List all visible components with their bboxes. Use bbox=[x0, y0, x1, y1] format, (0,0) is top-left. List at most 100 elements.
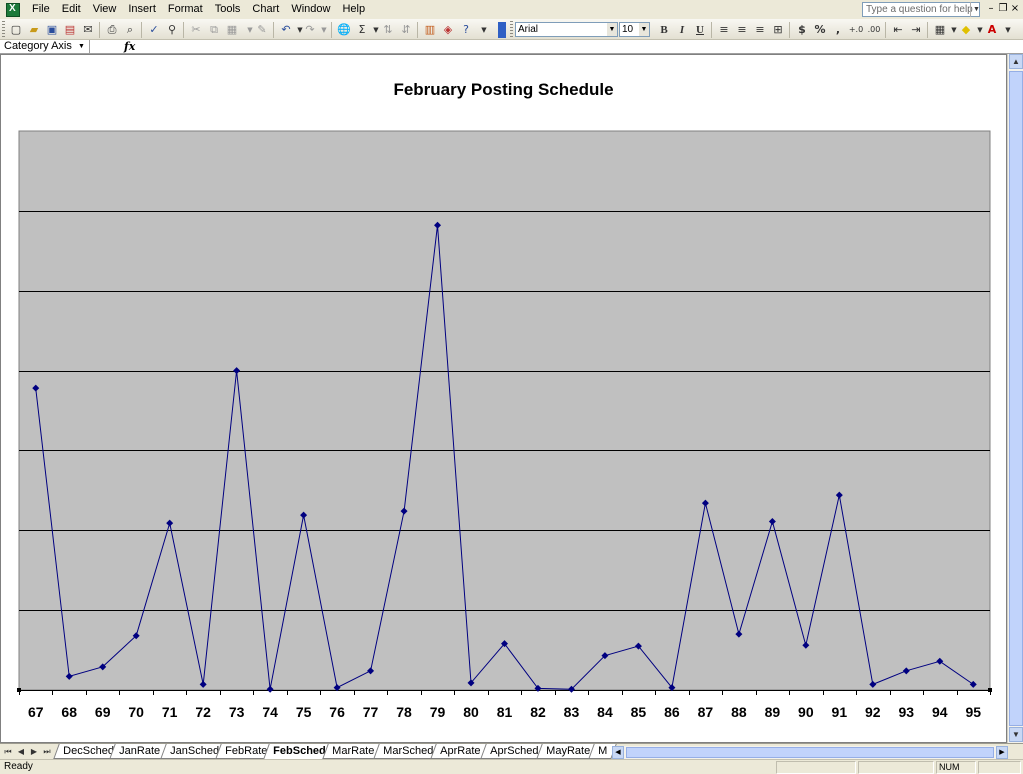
chevron-down-icon[interactable]: ▼ bbox=[607, 23, 617, 36]
sheet-tab-label: JanRate bbox=[119, 745, 161, 757]
underline-button[interactable]: U bbox=[692, 22, 708, 38]
status-bar: Ready NUM bbox=[0, 759, 1023, 774]
name-box[interactable]: Category Axis bbox=[0, 40, 90, 53]
name-box-value: Category Axis bbox=[4, 40, 72, 52]
toolbar-overflow-icon[interactable] bbox=[498, 22, 506, 38]
menu-view[interactable]: View bbox=[87, 0, 123, 19]
font-name-value: Arial bbox=[518, 24, 539, 35]
horizontal-scrollbar[interactable]: ◀ ▶ bbox=[612, 746, 1008, 759]
scroll-down-icon[interactable]: ▼ bbox=[1009, 727, 1023, 742]
sort-descending-icon[interactable]: ⇵ bbox=[398, 22, 414, 38]
sheet-tab-label: FebSched bbox=[273, 745, 326, 757]
next-sheet-icon[interactable]: ▶ bbox=[28, 745, 40, 758]
last-sheet-icon[interactable]: ⏭ bbox=[41, 745, 53, 758]
cut-icon[interactable]: ✂ bbox=[188, 22, 204, 38]
font-name-combo[interactable]: Arial ▼ bbox=[515, 22, 618, 37]
tick-label: 79 bbox=[430, 704, 446, 720]
menu-insert[interactable]: Insert bbox=[122, 0, 162, 19]
hyperlink-icon[interactable]: 🌐 bbox=[336, 22, 352, 38]
toolbar-separator bbox=[417, 22, 418, 38]
scroll-left-icon[interactable]: ◀ bbox=[612, 746, 624, 759]
bold-button[interactable]: B bbox=[656, 22, 672, 38]
chart-wizard-icon[interactable]: ▥ bbox=[422, 22, 438, 38]
menu-format[interactable]: Format bbox=[162, 0, 209, 19]
sheet-tab-label: AprSched bbox=[490, 745, 539, 757]
help-dropdown-arrow-icon[interactable]: ▼ bbox=[970, 2, 982, 17]
percent-button[interactable]: % bbox=[812, 22, 828, 38]
vertical-scrollbar[interactable]: ▲ ▼ bbox=[1007, 54, 1023, 743]
sort-ascending-icon[interactable]: ⇅ bbox=[380, 22, 396, 38]
tick-label: 76 bbox=[329, 704, 345, 720]
print-icon[interactable]: ⎙ bbox=[104, 22, 120, 38]
decrease-decimal-icon[interactable]: .00 bbox=[866, 22, 882, 38]
menu-window[interactable]: Window bbox=[285, 0, 336, 19]
print-preview-icon[interactable]: ⌕ bbox=[122, 22, 138, 38]
redo-dropdown-icon[interactable]: ▼ bbox=[316, 22, 332, 38]
permission-icon[interactable]: ▤ bbox=[62, 22, 78, 38]
sheet-tab-label: JanSched bbox=[170, 745, 220, 757]
minimize-icon[interactable]: – bbox=[985, 3, 997, 15]
align-right-icon[interactable]: ≡ bbox=[752, 22, 768, 38]
toolbar-grip[interactable] bbox=[2, 21, 5, 38]
toolbar-grip[interactable] bbox=[510, 21, 513, 38]
font-color-icon[interactable]: A bbox=[984, 22, 1000, 38]
increase-decimal-icon[interactable]: +.0 bbox=[848, 22, 864, 38]
copy-icon[interactable]: ⧉ bbox=[206, 22, 222, 38]
first-sheet-icon[interactable]: ⏮ bbox=[2, 745, 14, 758]
restore-icon[interactable]: ❐ bbox=[997, 3, 1009, 15]
previous-sheet-icon[interactable]: ◀ bbox=[15, 745, 27, 758]
chevron-down-icon[interactable]: ▼ bbox=[78, 40, 85, 53]
align-center-icon[interactable]: ≡ bbox=[734, 22, 750, 38]
spelling-icon[interactable]: ✓ bbox=[146, 22, 162, 38]
open-icon[interactable]: ▰ bbox=[26, 22, 42, 38]
toolbar-separator bbox=[141, 22, 142, 38]
currency-button[interactable]: $ bbox=[794, 22, 810, 38]
scroll-up-icon[interactable]: ▲ bbox=[1009, 54, 1023, 69]
scroll-right-icon[interactable]: ▶ bbox=[996, 746, 1008, 759]
line-chart[interactable]: 67 68 69 70 71 72 73 74 75 76 77 78 79 80 81 82 83 84 85 86… bbox=[0, 54, 1007, 743]
toolbar-options-icon[interactable]: ▼ bbox=[476, 22, 492, 38]
tick-label: 69 bbox=[95, 704, 111, 720]
drawing-icon[interactable]: ◈ bbox=[440, 22, 456, 38]
status-cell bbox=[776, 761, 856, 774]
tick-label: 92 bbox=[865, 704, 881, 720]
paste-icon[interactable]: ▦ bbox=[224, 22, 240, 38]
status-cell bbox=[978, 761, 1021, 774]
save-icon[interactable]: ▣ bbox=[44, 22, 60, 38]
menu-file[interactable]: File bbox=[26, 0, 56, 19]
menu-tools[interactable]: Tools bbox=[209, 0, 247, 19]
sheet-tab-label: AprRate bbox=[440, 745, 481, 757]
format-painter-icon[interactable]: ✎ bbox=[254, 22, 270, 38]
italic-button[interactable]: I bbox=[674, 22, 690, 38]
tick-label: 95 bbox=[965, 704, 981, 720]
sheet-tab-label: FebRate bbox=[225, 745, 268, 757]
tick-label: 82 bbox=[530, 704, 546, 720]
horizontal-scroll-thumb[interactable] bbox=[626, 747, 994, 758]
merge-center-icon[interactable]: ⊞ bbox=[770, 22, 786, 38]
tick-label: 73 bbox=[229, 704, 245, 720]
help-icon[interactable]: ? bbox=[458, 22, 474, 38]
tick-label: 89 bbox=[765, 704, 781, 720]
excel-app-icon[interactable] bbox=[6, 2, 20, 17]
sheet-tab-label: MarRate bbox=[332, 745, 375, 757]
email-icon[interactable]: ✉ bbox=[80, 22, 96, 38]
comma-button[interactable]: , bbox=[830, 22, 846, 38]
align-left-icon[interactable]: ≡ bbox=[716, 22, 732, 38]
help-question-input[interactable]: Type a question for help bbox=[862, 2, 980, 17]
insert-function-icon[interactable]: fx bbox=[124, 40, 135, 53]
tick-label: 80 bbox=[463, 704, 479, 720]
menu-edit[interactable]: Edit bbox=[56, 0, 87, 19]
research-icon[interactable]: ⚲ bbox=[164, 22, 180, 38]
menu-chart[interactable]: Chart bbox=[246, 0, 285, 19]
tick-label: 81 bbox=[497, 704, 513, 720]
status-cell bbox=[858, 761, 934, 774]
font-color-dropdown-icon[interactable]: ▼ bbox=[1000, 22, 1016, 38]
decrease-indent-icon[interactable]: ⇤ bbox=[890, 22, 906, 38]
new-icon[interactable]: ▢ bbox=[8, 22, 24, 38]
menu-help[interactable]: Help bbox=[336, 0, 371, 19]
chevron-down-icon[interactable]: ▼ bbox=[639, 23, 649, 36]
font-size-combo[interactable]: 10 ▼ bbox=[619, 22, 650, 37]
close-icon[interactable]: × bbox=[1009, 3, 1021, 15]
increase-indent-icon[interactable]: ⇥ bbox=[908, 22, 924, 38]
vertical-scroll-thumb[interactable] bbox=[1009, 71, 1023, 726]
